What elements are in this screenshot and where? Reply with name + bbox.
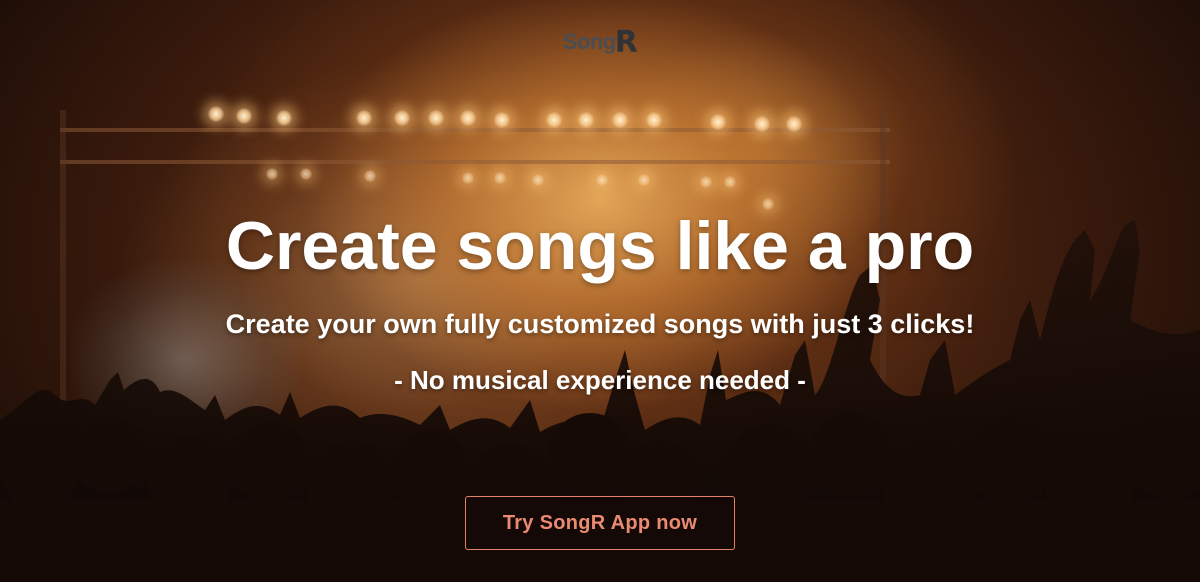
hero-section: SongR Create songs like a pro Create you… <box>0 0 1200 582</box>
brand-logo[interactable]: SongR <box>0 22 1200 60</box>
hero-headline: Create songs like a pro <box>225 208 975 284</box>
logo-r-mark: R <box>614 25 638 60</box>
logo-text: Song <box>562 29 617 54</box>
hero-tagline: - No musical experience needed - <box>394 365 806 395</box>
crowd-silhouette <box>0 220 1200 582</box>
try-app-button[interactable]: Try SongR App now <box>465 496 735 550</box>
hero-subheadline: Create your own fully customized songs w… <box>225 309 975 339</box>
cta-container: Try SongR App now <box>0 496 1200 550</box>
